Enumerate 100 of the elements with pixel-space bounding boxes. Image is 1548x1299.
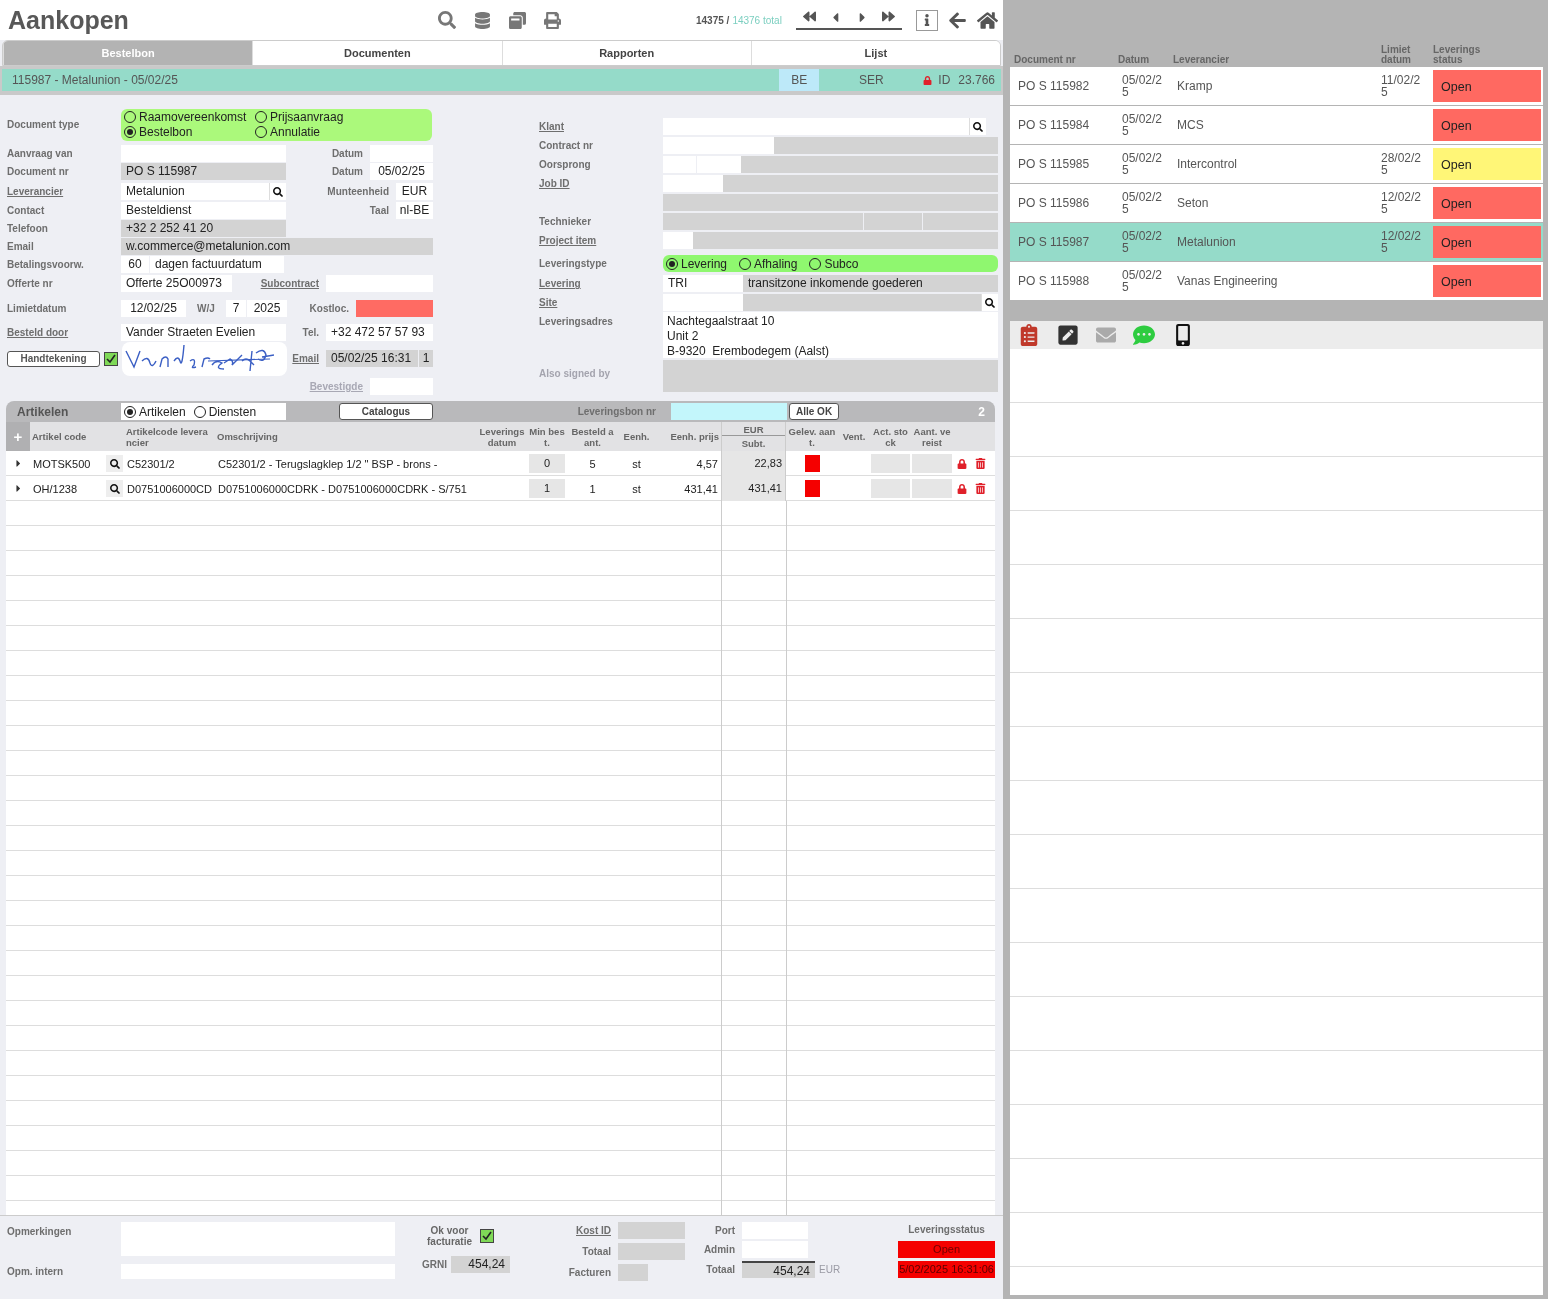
input-field[interactable] (864, 213, 922, 230)
input-field[interactable] (663, 175, 723, 192)
input-field[interactable] (697, 156, 741, 173)
input-field[interactable] (663, 232, 693, 249)
radio-option[interactable]: Diensten (193, 404, 257, 419)
input-field[interactable] (774, 137, 998, 154)
search-button[interactable] (969, 118, 986, 135)
input-field[interactable] (663, 360, 998, 392)
catalog-button[interactable]: Catalogus (339, 403, 433, 420)
input-field[interactable] (723, 175, 998, 192)
input-field[interactable]: PO S 115987 (121, 162, 286, 180)
input-field[interactable]: Metalunion (121, 183, 269, 201)
database-icon[interactable] (474, 11, 491, 29)
field-link[interactable]: Site (539, 297, 663, 308)
input-field[interactable] (923, 213, 998, 230)
list-row[interactable]: PO S 115985 05/02/25 Intercontrol 28/02/25 Open (1010, 145, 1543, 183)
input-field[interactable]: Vander Straeten Evelien (121, 324, 286, 342)
signature-field[interactable] (122, 341, 287, 376)
input-field[interactable]: 60 (121, 256, 149, 274)
all-ok-button[interactable]: Alle OK (789, 403, 840, 420)
input-field[interactable]: +32 2 252 41 20 (121, 219, 286, 237)
input-field[interactable]: 05/02/25 16:31 (326, 350, 418, 368)
checkbox[interactable] (804, 455, 820, 472)
input-field[interactable] (121, 144, 286, 162)
back-button[interactable] (947, 10, 967, 30)
field-label: Document nr (7, 165, 70, 177)
input-field[interactable]: transitzone inkomende goederen (743, 275, 998, 292)
checkbox[interactable] (480, 1229, 494, 1243)
table-cell-text: D0751006000CD (126, 482, 213, 495)
search-button[interactable] (106, 480, 123, 497)
input-field[interactable]: Besteldienst (121, 201, 286, 219)
list-row[interactable]: PO S 115982 05/02/25 Kramp 11/02/25 Open (1010, 67, 1543, 105)
input-field[interactable]: dagen factuurdatum (150, 256, 284, 274)
checkbox[interactable] (104, 351, 118, 366)
input-field[interactable] (743, 294, 981, 311)
windows-icon[interactable] (509, 11, 526, 29)
list-row[interactable]: PO S 115987 05/02/25 Metalunion 12/02/25 Open (1010, 223, 1543, 261)
radio-option[interactable]: Subco (809, 256, 859, 271)
search-button[interactable] (981, 294, 998, 311)
search-button[interactable] (269, 183, 286, 201)
tab[interactable]: Lijst (750, 41, 1000, 65)
input-field[interactable]: +32 472 57 57 93 (326, 324, 433, 342)
input-field[interactable]: 2025 (247, 300, 287, 317)
checkbox[interactable] (804, 480, 820, 497)
field-link[interactable]: Besteld door (7, 327, 121, 339)
input-field[interactable]: w.commerce@metalunion.com (121, 238, 433, 256)
home-button[interactable] (976, 9, 998, 31)
input-field[interactable]: EUR (396, 183, 433, 201)
search-button[interactable] (106, 455, 123, 472)
input-field[interactable] (618, 1243, 685, 1260)
input-field[interactable] (618, 1264, 648, 1281)
input-field[interactable]: 05/02/25 (370, 162, 433, 180)
input-field[interactable] (663, 137, 774, 154)
list-row[interactable]: PO S 115986 05/02/25 Seton 12/02/25 Open (1010, 184, 1543, 222)
radio-option[interactable]: Artikelen (124, 404, 186, 419)
field-link[interactable]: Project item (539, 235, 663, 246)
address-field[interactable]: Nachtegaalstraat 10 Unit 2 B-9320 Erembodegem (Aalst) (663, 312, 998, 358)
radio-option[interactable]: Afhaling (739, 256, 798, 271)
delete-icon[interactable] (974, 483, 986, 494)
input-field[interactable] (671, 403, 787, 420)
field-link[interactable]: Email (287, 353, 326, 365)
input-field[interactable] (356, 300, 433, 317)
input-field[interactable] (663, 194, 998, 211)
input-field[interactable]: 12/02/25 (121, 300, 186, 317)
input-field[interactable] (741, 156, 998, 173)
radio-option[interactable]: Prijsaanvraag (255, 109, 429, 125)
input-field[interactable]: 7 (226, 300, 246, 317)
info-button[interactable] (915, 9, 938, 31)
input-field[interactable]: nl-BE (396, 201, 433, 219)
pen-icon[interactable] (1057, 324, 1079, 346)
signature-button[interactable]: Handtekening (7, 350, 100, 367)
field-link[interactable]: Leverancier (7, 186, 121, 198)
input-field[interactable] (693, 232, 998, 249)
input-field[interactable] (663, 118, 969, 135)
article-row[interactable]: MOTSK500 C52301/2 C52301/2 - Terugslagklep 1/2 " BSP - brons - 0 5 st 4,57 22,83 (6, 451, 995, 476)
field-link[interactable]: Subcontract (232, 277, 326, 289)
input-field[interactable]: TRI (663, 275, 743, 292)
field-link[interactable]: Levering (539, 278, 663, 289)
input-field[interactable]: 454,24 (451, 1256, 510, 1273)
radio-option[interactable]: Levering (666, 256, 728, 271)
field-link[interactable]: Klant (539, 121, 663, 132)
delete-icon[interactable] (974, 458, 986, 469)
list-row[interactable]: PO S 115988 05/02/25 Vanas Engineering Open (1010, 262, 1543, 300)
radio-option[interactable]: Annulatie (255, 124, 429, 140)
printer-icon[interactable] (544, 11, 561, 29)
list-row[interactable]: PO S 115984 05/02/25 MCS Open (1010, 106, 1543, 144)
field-link[interactable]: Job ID (539, 178, 663, 189)
radio-option[interactable]: Raamovereenkomst (124, 109, 255, 125)
search-icon[interactable] (438, 11, 456, 29)
table-cell-text: C52301/2 - Terugslagklep 1/2 " BSP - brons - (217, 457, 439, 470)
checklist-icon[interactable] (1018, 324, 1040, 346)
field-link[interactable]: Kost ID (563, 1225, 618, 1236)
input-field[interactable]: 1 (419, 350, 433, 368)
input-field[interactable] (663, 213, 863, 230)
radio-option[interactable]: Bestelbon (124, 124, 255, 140)
article-row[interactable]: OH/1238 D0751006000CD D0751006000CDRK - D0751006000CDRK - S/751 1 1 st 431,41 431,41 (6, 476, 995, 501)
input-field[interactable] (618, 1222, 685, 1239)
input-field[interactable]: Offerte 25O00973 (121, 274, 232, 292)
input-field[interactable] (663, 294, 743, 311)
input-field[interactable]: 454,24 (742, 1261, 815, 1278)
